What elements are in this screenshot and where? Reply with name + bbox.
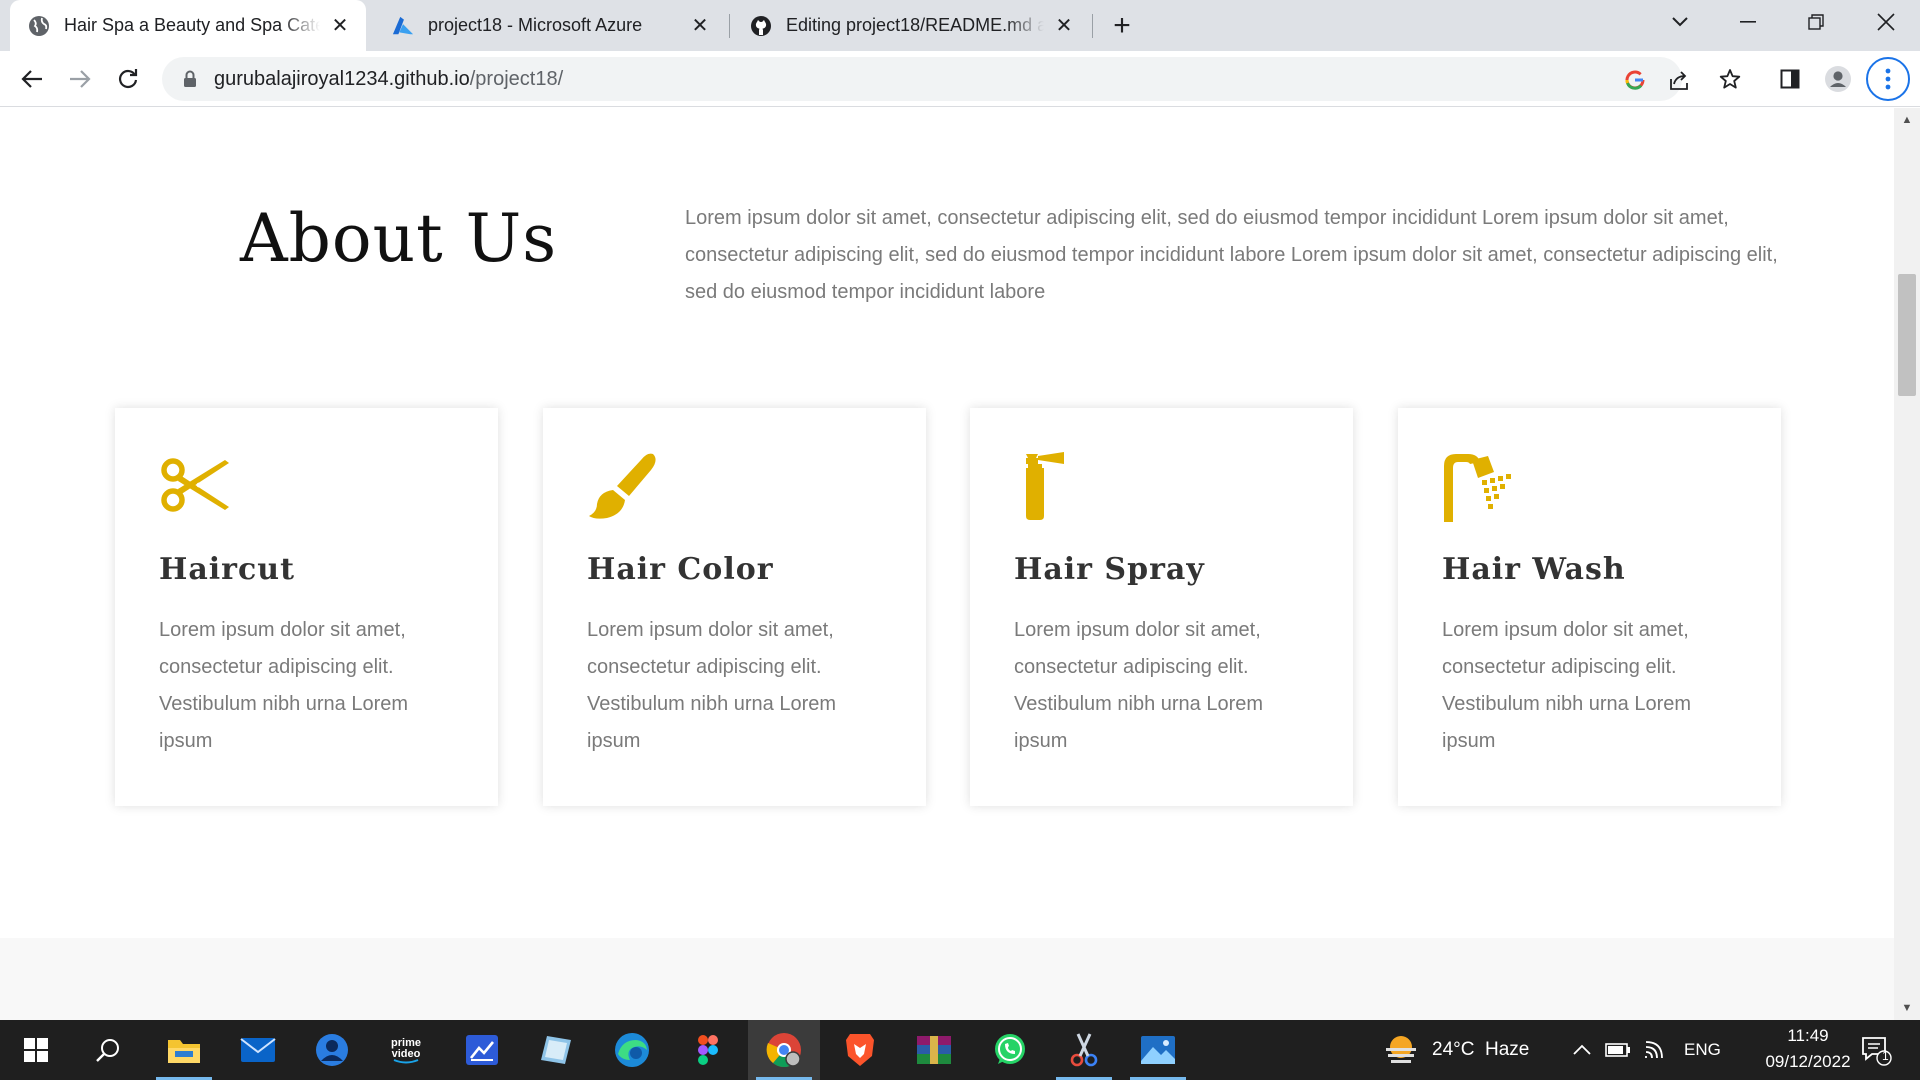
shower-icon [1442, 450, 1514, 522]
tab-separator [729, 14, 730, 38]
chrome-icon[interactable] [748, 1020, 820, 1080]
browser-toolbar: gurubalajiroyal1234.github.io/project18/ [0, 51, 1920, 107]
url-host: gurubalajiroyal1234.github.io [214, 67, 470, 90]
restore-icon[interactable] [1788, 0, 1844, 44]
tab-strip: Hair Spa a Beauty and Spa Category ✕ pro… [0, 0, 1920, 51]
share-icon[interactable] [1666, 67, 1692, 93]
service-description: Lorem ipsum dolor sit amet, consectetur … [159, 619, 409, 752]
azure-icon [392, 15, 414, 37]
search-icon[interactable] [72, 1020, 144, 1080]
figma-icon[interactable] [672, 1020, 744, 1080]
winrar-icon[interactable] [898, 1020, 970, 1080]
service-title: Haircut [159, 552, 295, 587]
notification-center-icon[interactable]: 1 [1856, 1032, 1896, 1068]
notification-count: 1 [1882, 1049, 1889, 1063]
input-language[interactable]: ENG [1684, 1040, 1721, 1060]
url-path: /project18/ [469, 67, 564, 90]
service-title: Hair Color [587, 552, 774, 587]
tab-title: Hair Spa a Beauty and Spa Category [64, 15, 320, 35]
photos-icon[interactable] [1122, 1020, 1194, 1080]
service-title: Hair Wash [1442, 552, 1626, 587]
service-card-haircut: Haircut Lorem ipsum dolor sit amet, cons… [115, 408, 498, 806]
back-arrow-icon[interactable] [12, 59, 52, 99]
address-bar[interactable]: gurubalajiroyal1234.github.io/project18/ [162, 57, 1688, 101]
spray-bottle-icon [1014, 450, 1086, 522]
close-window-icon[interactable] [1858, 0, 1914, 44]
prime-video-icon[interactable]: prime video [370, 1020, 442, 1080]
page-viewport: About Us Lorem ipsum dolor sit amet, con… [0, 108, 1894, 1020]
edge-browser-icon[interactable] [596, 1020, 668, 1080]
lock-icon[interactable] [180, 69, 200, 89]
service-card-hair-color: Hair Color Lorem ipsum dolor sit amet, c… [543, 408, 926, 806]
snipping-tool-icon[interactable] [1048, 1020, 1120, 1080]
windows-start-icon[interactable] [0, 1020, 72, 1080]
close-icon[interactable]: ✕ [328, 14, 352, 38]
tab-azure[interactable]: project18 - Microsoft Azure ✕ [374, 0, 726, 51]
wifi-icon[interactable] [1640, 1034, 1672, 1066]
next-section-band [0, 938, 1894, 1020]
brave-browser-icon[interactable] [824, 1020, 896, 1080]
windows-taskbar: prime video 24°C Haze ENG 11:49 09/12/20… [0, 1020, 1920, 1080]
globe-icon [28, 15, 50, 37]
service-title: Hair Spray [1014, 552, 1205, 587]
service-description: Lorem ipsum dolor sit amet, consectetur … [587, 619, 837, 752]
scroll-up-arrow-icon[interactable]: ▲ [1894, 110, 1920, 130]
new-tab-plus-icon[interactable]: + [1104, 8, 1140, 44]
tab-separator [1092, 14, 1093, 38]
prime-label-bottom: video [392, 1048, 421, 1060]
side-panel-icon[interactable] [1774, 63, 1806, 95]
scroll-down-arrow-icon[interactable]: ▼ [1894, 998, 1920, 1018]
about-description: Lorem ipsum dolor sit amet, consectetur … [685, 207, 1778, 303]
browser-menu-icon[interactable] [1866, 57, 1910, 101]
reload-icon[interactable] [108, 59, 148, 99]
tab-title: project18 - Microsoft Azure [428, 15, 643, 35]
service-card-hair-wash: Hair Wash Lorem ipsum dolor sit amet, co… [1398, 408, 1781, 806]
notes-app-icon[interactable] [520, 1020, 592, 1080]
scroll-thumb[interactable] [1898, 274, 1916, 396]
brush-icon [587, 450, 659, 522]
profile-avatar-icon[interactable] [1822, 63, 1854, 95]
minimize-icon[interactable] [1720, 0, 1776, 44]
service-card-hair-spray: Hair Spray Lorem ipsum dolor sit amet, c… [970, 408, 1353, 806]
google-translate-icon[interactable] [1622, 67, 1648, 93]
service-description: Lorem ipsum dolor sit amet, consectetur … [1014, 619, 1264, 752]
forward-arrow-icon[interactable] [60, 59, 100, 99]
url-text: gurubalajiroyal1234.github.io/project18/ [214, 68, 563, 91]
github-icon [750, 15, 772, 37]
bookmark-star-icon[interactable] [1714, 63, 1746, 95]
file-explorer-icon[interactable] [148, 1020, 220, 1080]
tab-search-chevron-icon[interactable] [1652, 0, 1708, 44]
close-icon[interactable]: ✕ [688, 14, 712, 38]
service-description: Lorem ipsum dolor sit amet, consectetur … [1442, 619, 1692, 752]
tab-title: Editing project18/README.md at main [786, 15, 1044, 35]
clock-time[interactable]: 11:49 [1762, 1026, 1854, 1046]
tray-chevron-up-icon[interactable] [1566, 1034, 1598, 1066]
people-app-icon[interactable] [296, 1020, 368, 1080]
mail-icon[interactable] [222, 1020, 294, 1080]
temperature-value: 24°C [1432, 1039, 1475, 1060]
weather-haze-icon[interactable] [1382, 1032, 1420, 1068]
about-title: About Us [240, 200, 558, 277]
page-scrollbar[interactable]: ▲ ▼ [1894, 108, 1920, 1020]
close-icon[interactable]: ✕ [1052, 14, 1076, 38]
battery-icon[interactable] [1602, 1034, 1634, 1066]
whiteboard-icon[interactable] [446, 1020, 518, 1080]
weather-description: Haze [1485, 1039, 1530, 1060]
tab-github[interactable]: Editing project18/README.md at main ✕ [732, 0, 1090, 51]
tab-hair-spa[interactable]: Hair Spa a Beauty and Spa Category ✕ [10, 0, 366, 51]
whatsapp-icon[interactable] [974, 1020, 1046, 1080]
weather-temperature[interactable]: 24°C Haze [1432, 1039, 1529, 1061]
scissors-icon [159, 450, 231, 522]
